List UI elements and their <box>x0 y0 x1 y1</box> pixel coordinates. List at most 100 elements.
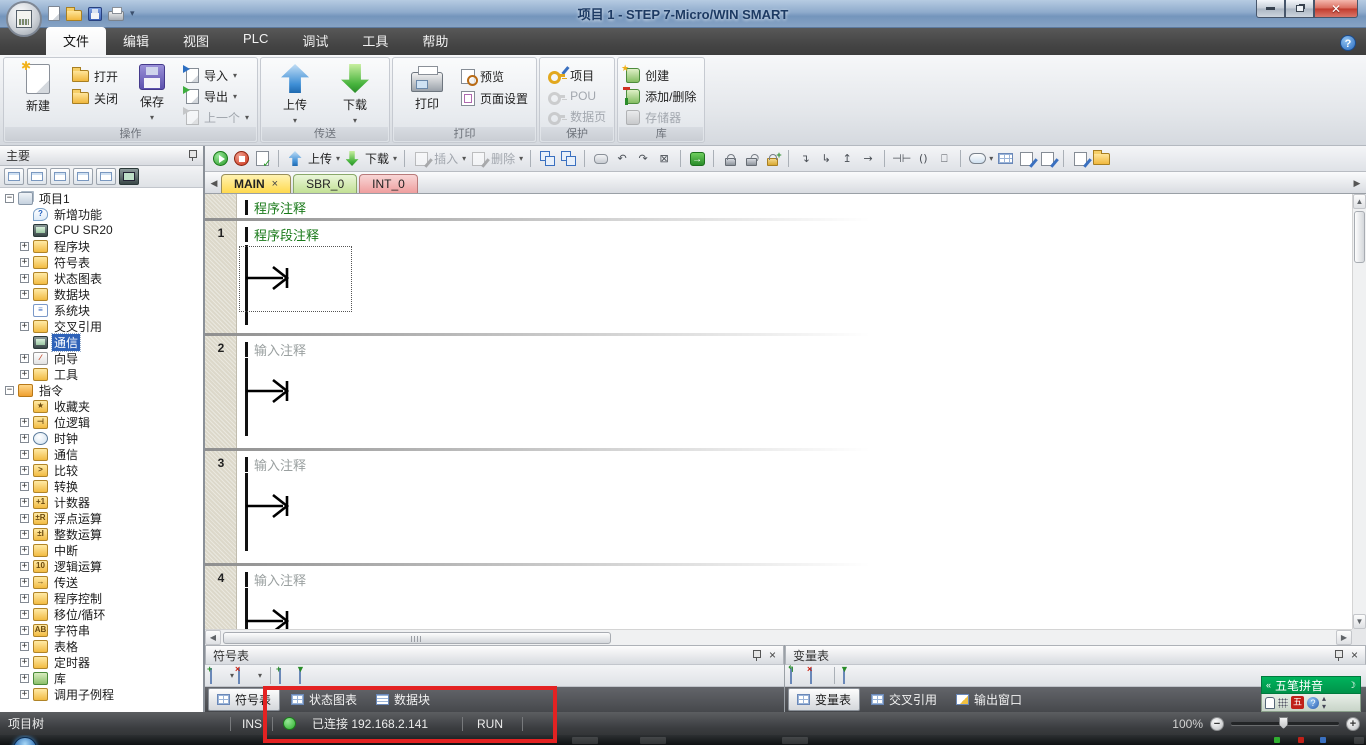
vertical-scrollbar[interactable]: ▲ ▼ <box>1352 194 1366 629</box>
tab-variable-table[interactable]: 变量表 <box>788 688 860 711</box>
apply-symbols-icon[interactable]: ▼ <box>299 669 315 683</box>
edit-table-icon[interactable] <box>1038 150 1056 168</box>
tree-item-整数运算[interactable]: +±I整数运算 <box>0 526 203 542</box>
help-icon[interactable]: ? <box>1340 35 1356 51</box>
scroll-right-icon[interactable]: ▶ <box>1336 630 1352 645</box>
network-4[interactable]: 4 输入注释 <box>205 566 1352 636</box>
tree-expander-icon[interactable]: + <box>20 418 29 427</box>
taskbar-button[interactable] <box>640 737 666 744</box>
protect-project-button[interactable]: 项目 <box>548 67 606 84</box>
tree-item-新增功能[interactable]: +?新增功能 <box>0 206 203 222</box>
project-view-icon[interactable] <box>4 168 24 185</box>
taskbar-button[interactable] <box>782 737 808 744</box>
insert-variable-icon[interactable]: ↰ <box>790 669 806 683</box>
horizontal-scrollbar-thumb[interactable] <box>223 632 611 644</box>
quick-access-dropdown-icon[interactable]: ▾ <box>130 8 135 19</box>
next-bookmark-icon[interactable]: ↷ <box>634 150 652 168</box>
tray-icon[interactable] <box>1298 737 1304 743</box>
ime-collapse-icon[interactable]: « <box>1266 680 1271 690</box>
rung-arrow[interactable] <box>246 489 300 526</box>
zoom-slider-track[interactable] <box>1231 722 1339 725</box>
scroll-down-icon[interactable]: ▼ <box>1353 614 1366 629</box>
menu-tab-编辑[interactable]: 编辑 <box>106 27 166 55</box>
tree-expander-icon[interactable]: + <box>20 594 29 603</box>
tray-icon[interactable] <box>1274 737 1280 743</box>
variable-panel-close-icon[interactable]: × <box>1351 649 1358 661</box>
vertical-scrollbar-thumb[interactable] <box>1354 211 1365 263</box>
bookmark-icon[interactable] <box>592 150 610 168</box>
upload-button[interactable]: 上传 ▾ <box>269 62 321 125</box>
tab-scroll-left-icon[interactable]: ◀ <box>207 175 221 191</box>
tree-item-计数器[interactable]: ++1计数器 <box>0 494 203 510</box>
upload-toolbar-label[interactable]: 上传 <box>308 150 332 167</box>
tab-main[interactable]: MAIN × <box>221 174 291 193</box>
zoom-slider-thumb[interactable] <box>1279 717 1288 729</box>
network-1-comment[interactable]: 程序段注释 <box>254 225 319 244</box>
symbol-table-view-icon[interactable] <box>27 168 47 185</box>
tree-item-程序块[interactable]: +程序块 <box>0 238 203 254</box>
delete-variable-icon[interactable]: × <box>810 669 826 683</box>
taskbar-button[interactable] <box>572 737 598 744</box>
restore-button[interactable] <box>1285 0 1314 18</box>
tree-expander-icon[interactable]: + <box>20 690 29 699</box>
tree-expander-icon[interactable]: + <box>20 562 29 571</box>
menu-tab-PLC[interactable]: PLC <box>226 27 285 55</box>
tree-expander-icon[interactable]: + <box>20 674 29 683</box>
upload-dropdown-icon[interactable]: ▾ <box>293 116 297 125</box>
network-1[interactable]: 1 程序段注释 <box>205 221 1352 333</box>
preview-button[interactable]: 预览 <box>461 67 528 85</box>
download-toolbar-label[interactable]: 下载 <box>365 150 389 167</box>
tree-item-中断[interactable]: +中断 <box>0 542 203 558</box>
addressing-dropdown-icon[interactable]: ▾ <box>989 154 993 163</box>
network-3[interactable]: 3 输入注释 <box>205 451 1352 563</box>
tree-expander-icon[interactable]: + <box>20 258 29 267</box>
tree-expander-icon[interactable]: + <box>20 290 29 299</box>
tree-expander-icon[interactable]: + <box>20 578 29 587</box>
download-dropdown-icon[interactable]: ▾ <box>353 116 357 125</box>
tree-item-程序控制[interactable]: +程序控制 <box>0 590 203 606</box>
tree-expander-icon[interactable]: + <box>20 642 29 651</box>
ime-logo-icon[interactable]: 五 <box>1291 696 1304 709</box>
tab-cross-reference[interactable]: 交叉引用 <box>863 689 945 710</box>
show-desktop-button[interactable] <box>1354 737 1364 744</box>
export-button[interactable]: 导出▾ <box>186 88 249 105</box>
unforce-icon[interactable] <box>742 150 760 168</box>
horizontal-scrollbar[interactable]: ◀ ▶ <box>205 629 1352 645</box>
tree-expander-icon[interactable]: + <box>20 626 29 635</box>
tree-expander-icon[interactable]: + <box>20 482 29 491</box>
tree-expander-icon[interactable]: − <box>5 194 14 203</box>
tab-int0[interactable]: INT_0 <box>359 174 418 193</box>
quick-open-icon[interactable] <box>66 10 82 21</box>
tree-item-定时器[interactable]: +定时器 <box>0 654 203 670</box>
tree-expander-icon[interactable]: + <box>20 658 29 667</box>
tree-item-转换[interactable]: +转换 <box>0 478 203 494</box>
addressing-toggle-icon[interactable] <box>968 150 986 168</box>
apply-variables-icon[interactable]: ▼ <box>843 669 859 683</box>
close-button[interactable]: ✕ <box>1314 0 1358 18</box>
tree-item-数据块[interactable]: +数据块 <box>0 286 203 302</box>
line-across-icon[interactable]: → <box>859 150 877 168</box>
table-view-icon[interactable] <box>996 150 1014 168</box>
tree-item-项目1[interactable]: −项目1 <box>0 190 203 206</box>
tree-item-符号表[interactable]: +符号表 <box>0 254 203 270</box>
tree-item-收藏夹[interactable]: +★收藏夹 <box>0 398 203 414</box>
library-create-button[interactable]: 创建 <box>626 67 696 84</box>
zoom-out-icon[interactable]: − <box>1210 717 1224 731</box>
tree-expander-icon[interactable]: + <box>20 274 29 283</box>
insert-row-icon[interactable]: + <box>279 669 295 683</box>
variable-panel-pin-icon[interactable] <box>1334 650 1343 661</box>
edit-symbols-icon[interactable] <box>1017 150 1035 168</box>
ime-mode-icon[interactable]: ☽ <box>1348 680 1356 691</box>
app-menu-button[interactable] <box>6 1 42 37</box>
menu-tab-调试[interactable]: 调试 <box>285 27 345 55</box>
tree-expander-icon[interactable]: + <box>20 354 29 363</box>
tree-item-指令[interactable]: −指令 <box>0 382 203 398</box>
tree-item-通信[interactable]: +通信 <box>0 334 203 350</box>
export-dropdown-icon[interactable]: ▾ <box>233 92 237 101</box>
box-instruction-icon[interactable]: ⎕ <box>935 150 953 168</box>
previous-bookmark-icon[interactable]: ↶ <box>613 150 631 168</box>
tree-item-表格[interactable]: +表格 <box>0 638 203 654</box>
tree-item-移位/循环[interactable]: +移位/循环 <box>0 606 203 622</box>
sidebar-pin-icon[interactable] <box>188 150 197 161</box>
save-dropdown-icon[interactable]: ▾ <box>150 113 154 122</box>
